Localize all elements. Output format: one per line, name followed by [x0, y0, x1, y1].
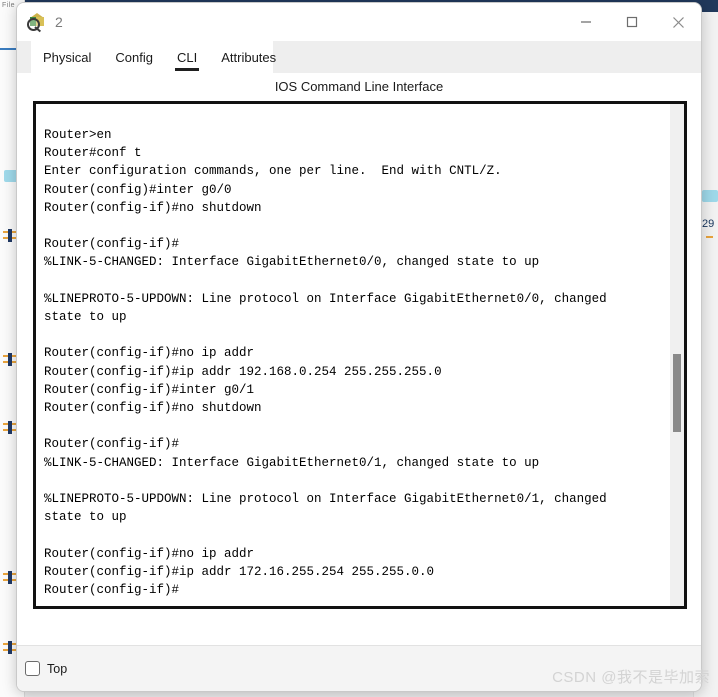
packet-tracer-device-icon — [27, 12, 47, 33]
maximize-icon[interactable] — [609, 3, 655, 41]
top-checkbox-label: Top — [47, 661, 68, 676]
window-title: 2 — [55, 14, 63, 30]
tab-label: Physical — [43, 49, 92, 65]
window-controls — [563, 3, 701, 41]
tab-config[interactable]: Config — [103, 41, 165, 73]
window-title-bar[interactable]: 2 — [17, 3, 701, 41]
tab-underline — [41, 68, 93, 71]
cli-content-panel: IOS Command Line Interface Router>en Rou… — [17, 73, 701, 689]
tab-strip: Physical Config CLI Attributes — [17, 41, 701, 73]
tab-label: CLI — [177, 49, 198, 65]
close-icon[interactable] — [655, 3, 701, 41]
backdrop-counter: 29 — [702, 218, 715, 230]
tab-attributes[interactable]: Attributes — [209, 41, 288, 73]
tab-label: Config — [115, 49, 153, 65]
tab-underline — [175, 68, 200, 71]
terminal-frame[interactable]: Router>en Router#conf t Enter configurat… — [33, 101, 687, 609]
terminal-scrollbar[interactable] — [670, 104, 684, 606]
backdrop-tick — [706, 236, 713, 238]
backdrop-menu-text: File — [2, 2, 15, 9]
minimize-icon[interactable] — [563, 3, 609, 41]
tab-label: Attributes — [221, 49, 277, 65]
tab-underline — [113, 68, 155, 71]
tab-cli[interactable]: CLI — [165, 41, 209, 73]
cli-window: 2 Physical Config CLI Attributes IOS Com… — [16, 2, 702, 692]
terminal-output[interactable]: Router>en Router#conf t Enter configurat… — [44, 126, 662, 599]
tab-physical[interactable]: Physical — [31, 41, 103, 73]
cli-heading: IOS Command Line Interface — [274, 79, 444, 94]
top-checkbox-row[interactable]: Top — [25, 661, 67, 676]
top-checkbox[interactable] — [25, 661, 40, 676]
watermark: CSDN @我不是毕加索 — [552, 669, 710, 686]
tab-underline — [219, 68, 278, 71]
backdrop-link-icon — [702, 190, 718, 202]
scrollbar-thumb[interactable] — [673, 354, 681, 432]
